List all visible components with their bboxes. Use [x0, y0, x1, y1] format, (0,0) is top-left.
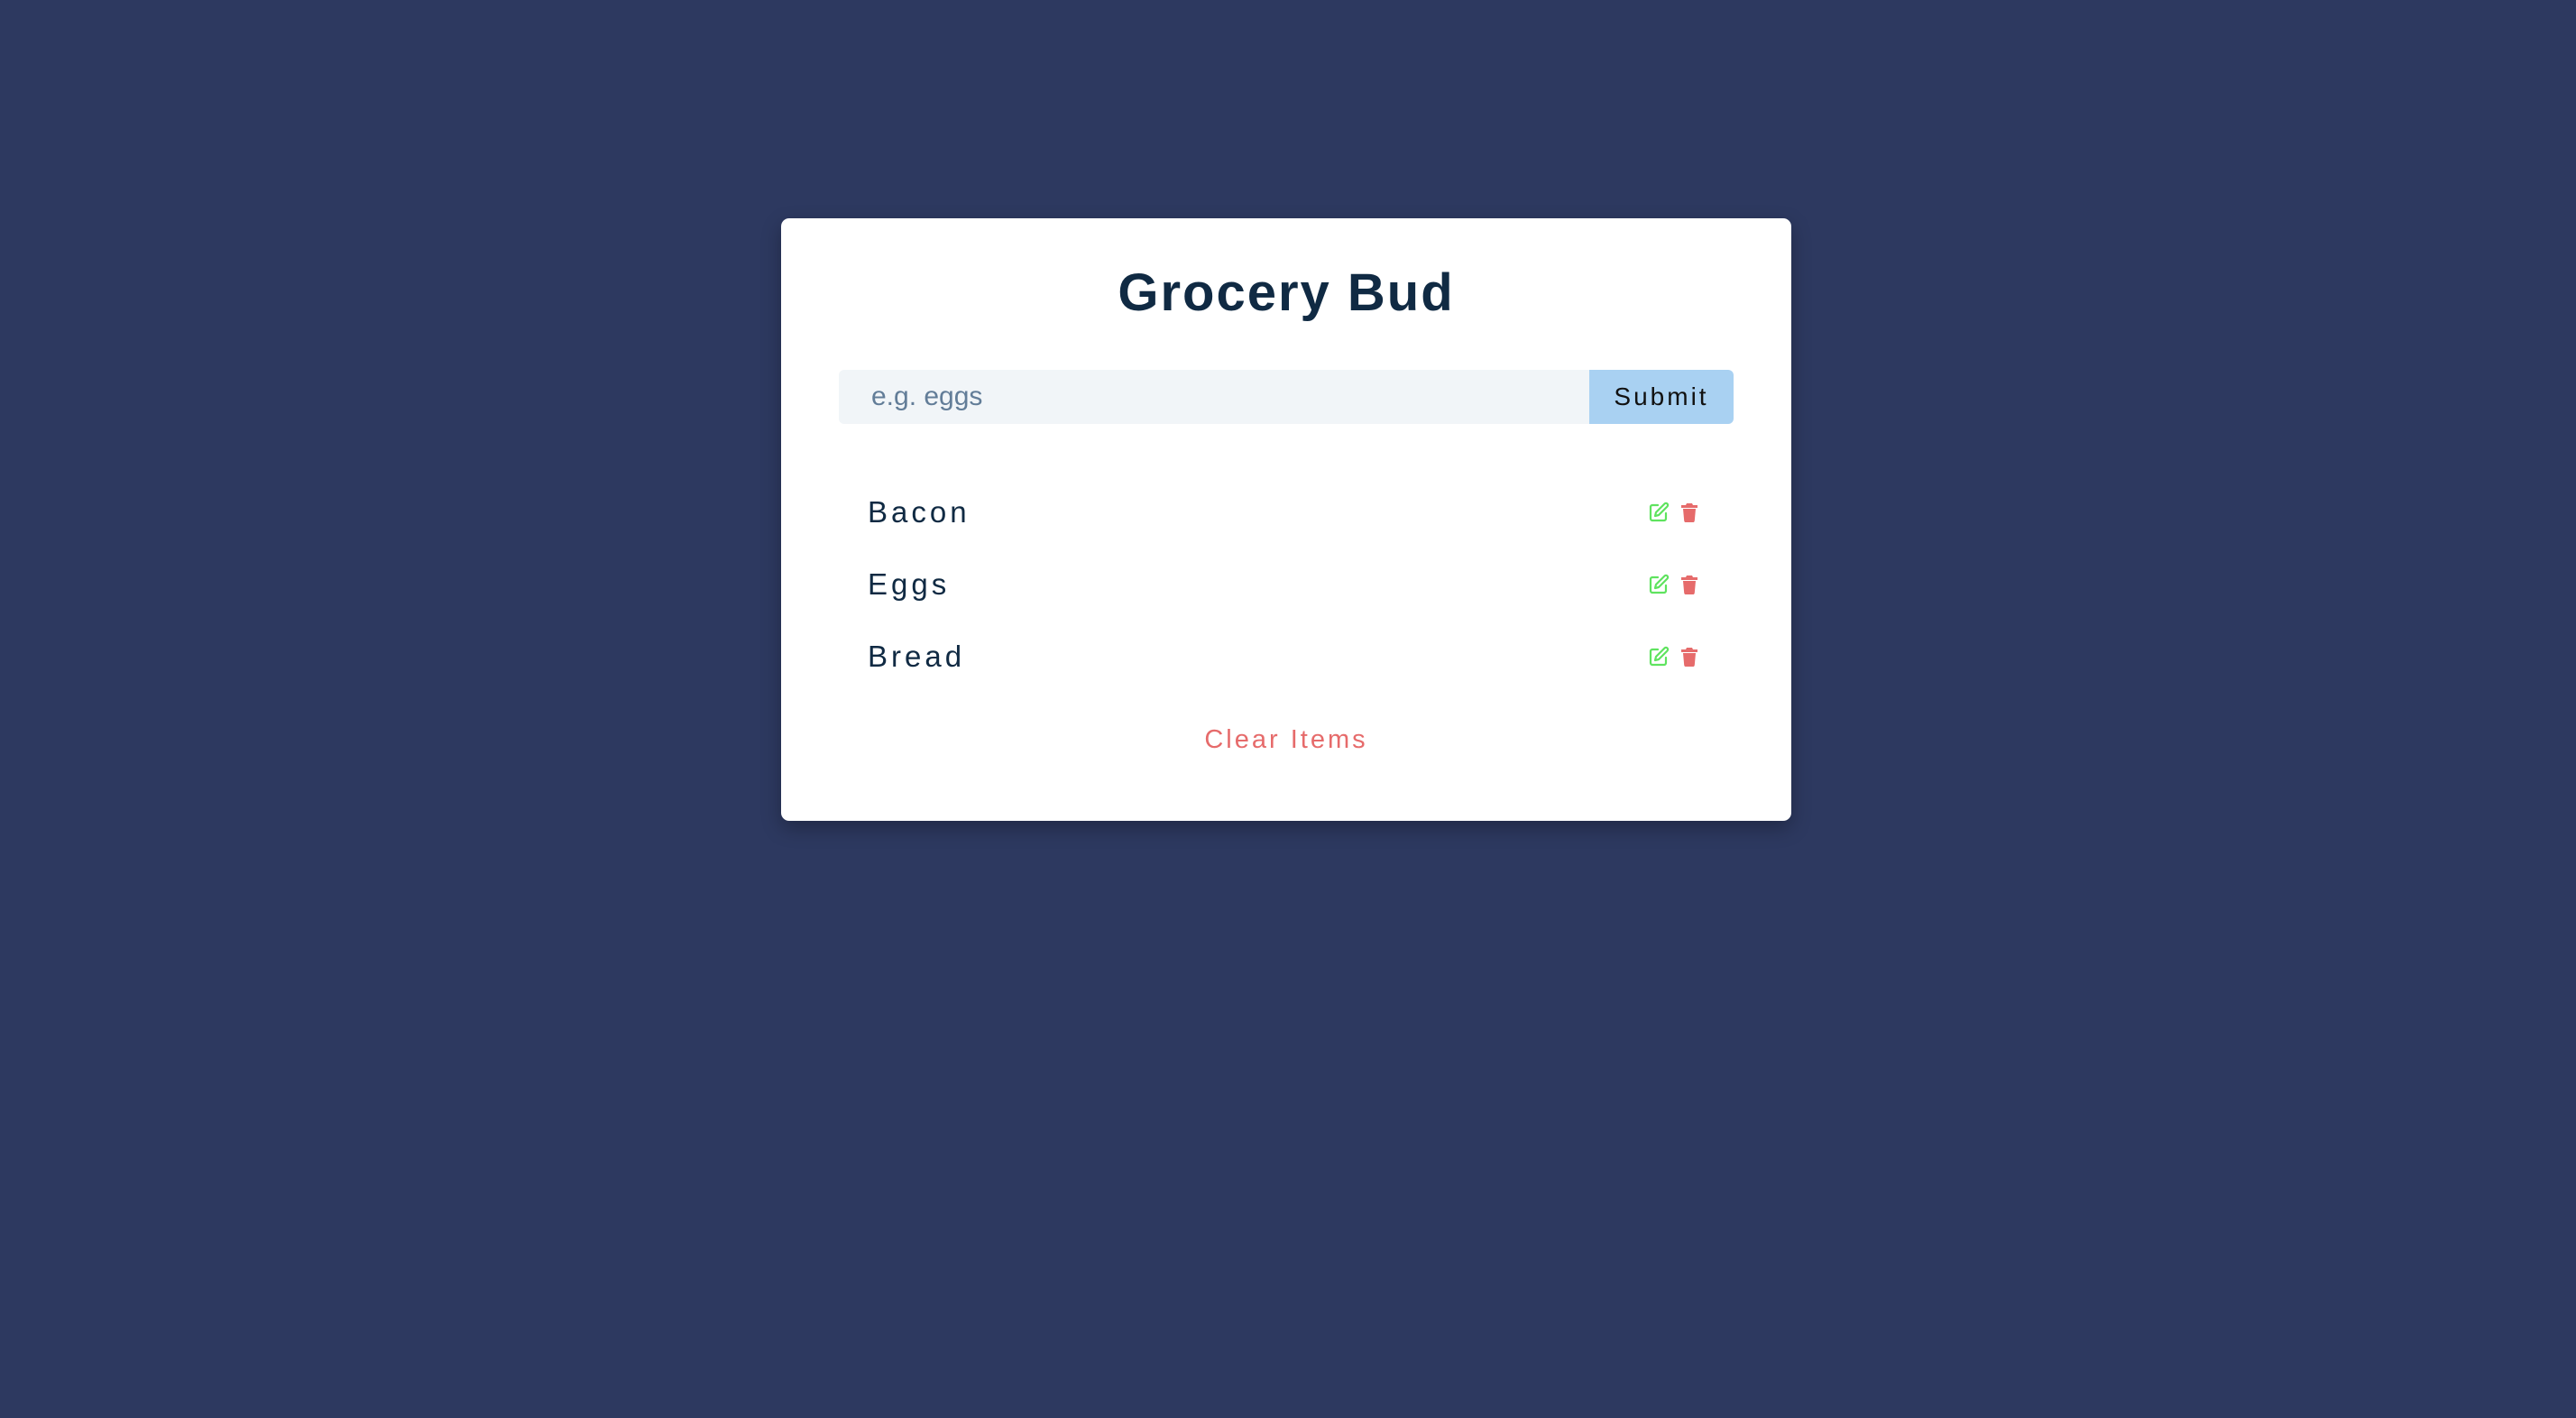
edit-icon[interactable]	[1647, 573, 1670, 596]
list-item: Bread	[839, 621, 1734, 693]
trash-icon[interactable]	[1678, 645, 1701, 668]
edit-icon[interactable]	[1647, 645, 1670, 668]
item-name: Bread	[868, 640, 966, 673]
item-actions	[1647, 573, 1701, 596]
clear-items-button[interactable]: Clear Items	[781, 725, 1791, 755]
page-title: Grocery Bud	[1118, 263, 1455, 322]
list-item: Bacon	[839, 476, 1734, 548]
edit-icon[interactable]	[1647, 501, 1670, 524]
submit-button[interactable]: Submit	[1589, 370, 1734, 424]
grocery-list: Bacon Eggs Bread	[839, 476, 1734, 693]
item-name: Bacon	[868, 495, 971, 529]
item-actions	[1647, 501, 1701, 524]
trash-icon[interactable]	[1678, 501, 1701, 524]
grocery-input[interactable]	[839, 370, 1589, 424]
list-item: Eggs	[839, 548, 1734, 621]
grocery-form: Submit	[839, 370, 1734, 424]
trash-icon[interactable]	[1678, 573, 1701, 596]
item-actions	[1647, 645, 1701, 668]
grocery-card: Grocery Bud Submit Bacon	[781, 218, 1791, 821]
item-name: Eggs	[868, 567, 951, 601]
